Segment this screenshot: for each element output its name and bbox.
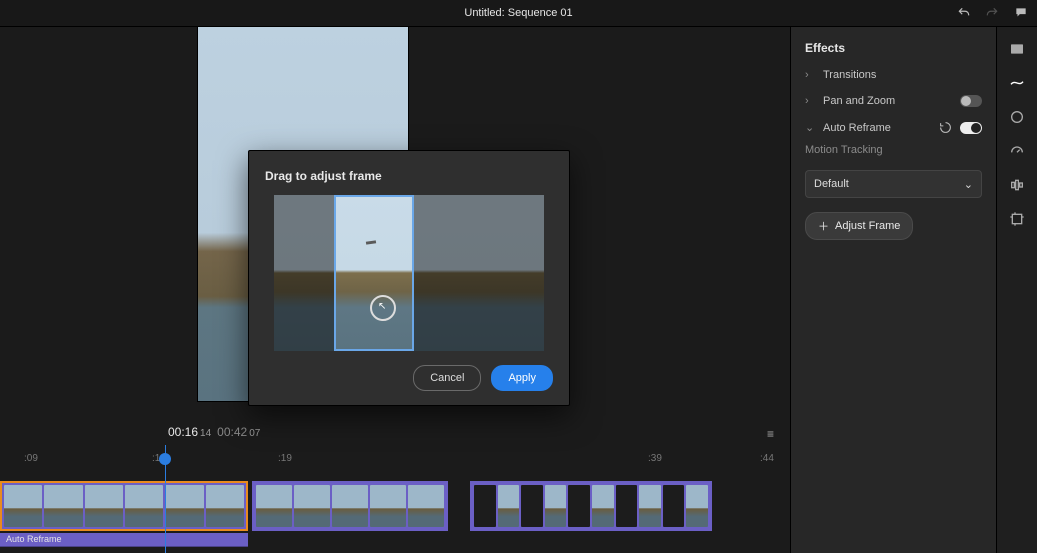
dialog-title: Drag to adjust frame	[265, 169, 553, 183]
crop-shade-left	[274, 195, 334, 351]
cursor-arrow-icon: ↖	[378, 301, 386, 312]
frame-preview[interactable]: ↖	[274, 195, 544, 351]
apply-button[interactable]: Apply	[491, 365, 553, 391]
crop-shade-right	[414, 195, 544, 351]
cancel-button[interactable]: Cancel	[413, 365, 481, 391]
crop-selection[interactable]	[334, 195, 414, 351]
adjust-frame-dialog: Drag to adjust frame ↖ Cancel Apply	[248, 150, 570, 406]
